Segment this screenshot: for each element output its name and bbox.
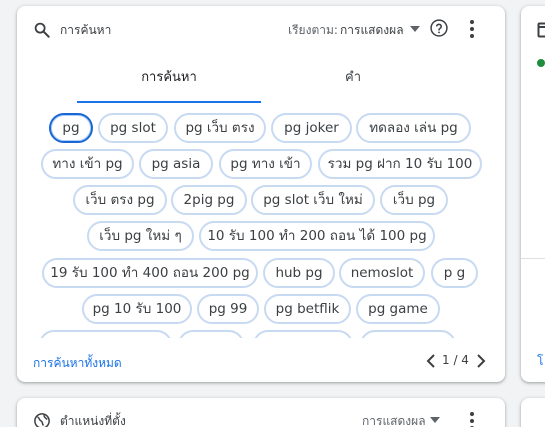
query-chip[interactable]: pg asia xyxy=(139,149,213,179)
query-chip[interactable]: เว็บ pg ใหม่ ๆ xyxy=(87,221,194,251)
divider xyxy=(521,258,545,259)
query-chip[interactable]: pg betflik xyxy=(264,294,351,324)
query-chip[interactable]: pg slot xyxy=(98,113,168,143)
query-chip[interactable]: hub pg xyxy=(263,258,335,288)
query-chip[interactable]: รวม pg ฝาก 10 รับ 100 xyxy=(318,149,482,179)
query-chip[interactable]: ทาง เข้า pg xyxy=(41,149,134,179)
query-chip[interactable] xyxy=(360,330,456,338)
more-vert-icon[interactable] xyxy=(469,411,475,427)
query-chip[interactable]: 2pig pg xyxy=(171,185,247,215)
tab-label: การค้นหา xyxy=(141,70,197,85)
query-chip[interactable]: nemoslot xyxy=(339,258,425,288)
active-tab-indicator xyxy=(77,101,261,103)
query-chip[interactable]: pg game xyxy=(356,294,440,324)
query-chip[interactable]: เว็บ pg xyxy=(380,185,448,215)
chevron-down-icon[interactable] xyxy=(410,26,420,32)
chevron-right-icon[interactable] xyxy=(476,353,486,369)
query-chip[interactable]: pg joker xyxy=(271,113,352,143)
side-card-bottom xyxy=(521,398,545,427)
query-chip[interactable] xyxy=(253,330,353,338)
left-edge xyxy=(0,0,3,427)
chevron-left-icon[interactable] xyxy=(426,353,436,369)
query-chip[interactable] xyxy=(178,330,244,338)
sort-dropdown[interactable]: การแสดงผล xyxy=(362,412,426,427)
query-chip[interactable]: pg xyxy=(49,113,93,143)
tab-queries[interactable]: การค้นหา xyxy=(77,59,261,103)
sort-dropdown[interactable]: การแสดงผล xyxy=(340,21,404,40)
sort-label: เรียงตาม: xyxy=(288,23,338,37)
query-chip[interactable]: pg 99 xyxy=(197,294,259,324)
query-chip[interactable]: pg ทาง เข้า xyxy=(219,149,312,179)
tab-words[interactable]: คำ xyxy=(261,59,445,103)
card-title: การค้นหา xyxy=(60,23,112,37)
query-chip[interactable]: 10 รับ 100 ทำ 200 ถอน ได้ 100 pg xyxy=(199,221,435,251)
query-chip[interactable]: pg เว็บ ตรง xyxy=(174,113,266,143)
help-icon[interactable] xyxy=(429,18,449,38)
query-chip[interactable]: pg slot เว็บ ใหม่ xyxy=(251,185,375,215)
side-card: โ xyxy=(521,6,545,382)
chevron-down-icon[interactable] xyxy=(430,417,440,423)
tab-bar: การค้นหา คำ xyxy=(17,59,505,103)
query-chip[interactable]: p g xyxy=(431,258,478,288)
status-dot xyxy=(537,59,545,67)
location-card: ตำแหน่งที่ตั้ง การแสดงผล xyxy=(17,398,505,427)
search-queries-card: การค้นหา เรียงตาม: การแสดงผล การค้นหา คำ… xyxy=(17,6,505,382)
page-indicator: 1 / 4 xyxy=(442,353,469,367)
query-chip[interactable] xyxy=(39,330,172,338)
query-chip-list: pg pg slot pg เว็บ ตรง pg joker ทดลอง เล… xyxy=(17,110,505,338)
page-icon xyxy=(537,22,545,38)
tab-label: คำ xyxy=(345,70,361,85)
query-chip[interactable]: ทดลอง เล่น pg xyxy=(356,113,471,143)
side-card-link[interactable]: โ xyxy=(537,352,543,371)
query-chip[interactable]: เว็บ ตรง pg xyxy=(73,185,167,215)
query-chip[interactable]: pg 10 รับ 100 xyxy=(82,294,192,324)
card-title: ตำแหน่งที่ตั้ง xyxy=(60,414,126,427)
more-vert-icon[interactable] xyxy=(469,19,475,39)
search-icon xyxy=(34,22,50,38)
globe-icon xyxy=(34,413,50,427)
all-queries-link[interactable]: การค้นหาทั้งหมด xyxy=(33,354,122,373)
card-header: การค้นหา เรียงตาม: การแสดงผล xyxy=(17,6,505,53)
query-chip[interactable]: 19 รับ 100 ทำ 400 ถอน 200 pg xyxy=(42,258,258,288)
card-footer: การค้นหาทั้งหมด 1 / 4 xyxy=(17,342,505,382)
